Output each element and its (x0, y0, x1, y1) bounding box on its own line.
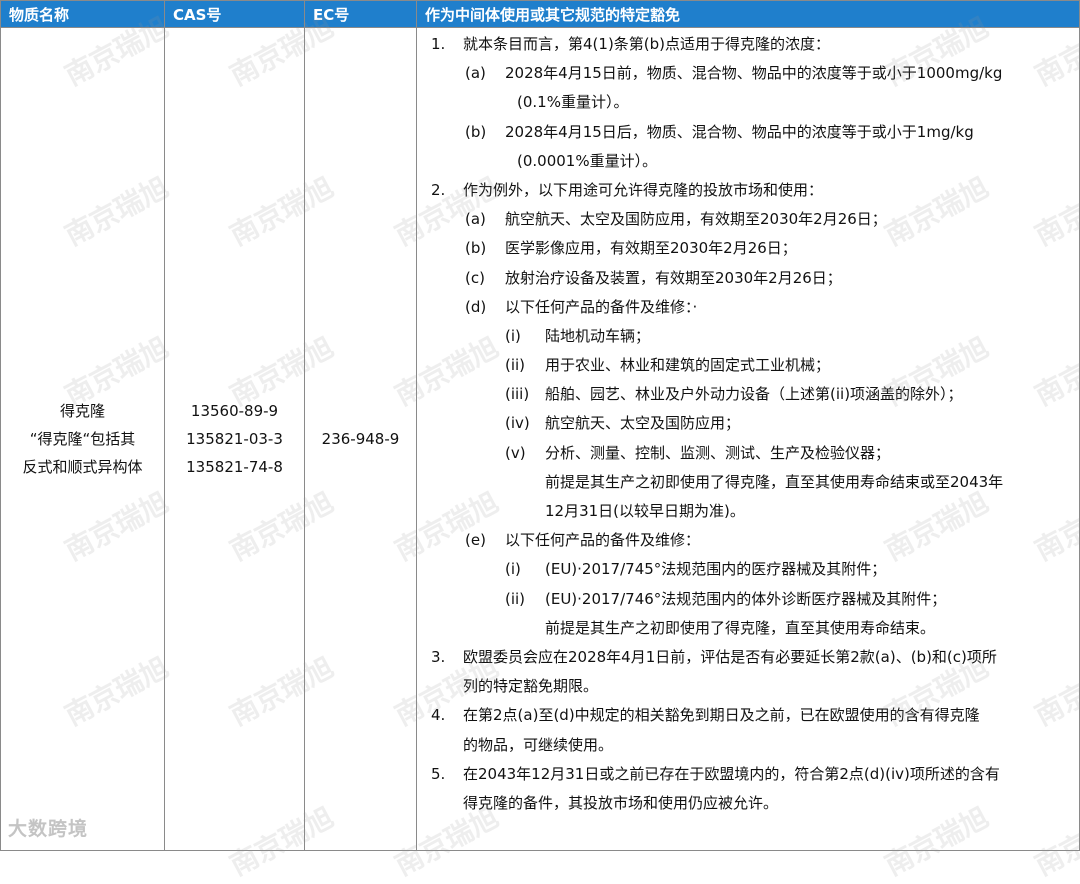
line-text: 以下任何产品的备件及维修：· (505, 297, 698, 316)
line-marker: 1. (431, 35, 446, 53)
exemption-line: (v) 分析、测量、控制、监测、测试、生产及检验仪器； (417, 439, 1079, 468)
line-text: 12月31日(以较早日期为准)。 (545, 502, 745, 520)
line-marker: (i) (505, 326, 521, 345)
substance-name-line: “得克隆“包括其 (29, 430, 136, 448)
exemption-line: (i) (EU)·2017/745°法规范围内的医疗器械及其附件； (417, 555, 1079, 584)
line-marker: 4. (431, 706, 446, 725)
line-text: 2028年4月15日后，物质、混合物、物品中的浓度等于或小于1mg/kg (505, 122, 974, 141)
exemption-line: (d) 以下任何产品的备件及维修：· (417, 293, 1079, 322)
line-marker: 5. (431, 764, 446, 783)
line-marker: (i) (505, 560, 521, 579)
exemption-line: (i) 陆地机动车辆； (417, 322, 1079, 351)
exemption-line: 的物品，可继续使用。 (417, 731, 1079, 760)
exemption-line: (b) 2028年4月15日后，物质、混合物、物品中的浓度等于或小于1mg/kg (417, 118, 1079, 147)
line-text: (EU)·2017/745°法规范围内的医疗器械及其附件； (545, 560, 887, 579)
exemption-line: 5. 在2043年12月31日或之前已存在于欧盟境内的，符合第2点(d)(iv)项… (417, 760, 1079, 789)
exemption-line: 4. 在第2点(a)至(d)中规定的相关豁免到期日及之前，已在欧盟使用的含有得克隆 (417, 701, 1079, 730)
line-text: 放射治疗设备及装置，有效期至2030年2月26日； (505, 268, 842, 287)
line-marker: (a) (465, 210, 486, 229)
exemption-line: 3. 欧盟委员会应在2028年4月1日前，评估是否有必要延长第2款(a)、(b)和… (417, 643, 1079, 672)
line-text: 的物品，可继续使用。 (463, 735, 614, 754)
brand-logo: 大数跨境 (8, 818, 89, 840)
line-marker: 2. (431, 180, 446, 199)
header-substance-name: 物质名称 (0, 0, 165, 28)
exemption-line: (0.1%重量计）。 (417, 88, 1079, 117)
ec-number: 236-948-9 (321, 430, 400, 448)
exemption-table: 物质名称 CAS号 EC号 作为中间体使用或其它规范的特定豁免 得克隆 “得克隆… (0, 0, 1080, 851)
line-marker: (v) (505, 443, 526, 462)
line-text: (0.0001%重量计）。 (517, 151, 658, 170)
exemption-cell: 1. 就本条目而言，第4(1)条第(b)点适用于得克隆的浓度： (a) 2028年4月… (416, 27, 1080, 851)
ec-cell: 236-948-9 (304, 27, 417, 851)
exemption-line: (e) 以下任何产品的备件及维修： (417, 526, 1079, 555)
table-row: 得克隆 “得克隆“包括其 反式和顺式异构体 13560-89-9 135821-… (0, 27, 1080, 851)
line-marker: (e) (465, 531, 486, 550)
line-text: 分析、测量、控制、监测、测试、生产及检验仪器； (545, 443, 891, 462)
cas-number: 13560-89-9 (190, 402, 279, 420)
line-text: 列的特定豁免期限。 (463, 677, 599, 696)
header-row: 物质名称 CAS号 EC号 作为中间体使用或其它规范的特定豁免 (0, 0, 1080, 28)
line-marker: (d) (465, 297, 487, 316)
line-text: 以下任何产品的备件及维修： (505, 531, 701, 550)
line-text: 在2043年12月31日或之前已存在于欧盟境内的，符合第2点(d)(iv)项所述… (463, 764, 1000, 783)
line-marker: (a) (465, 64, 486, 83)
exemption-line: (0.0001%重量计）。 (417, 147, 1079, 176)
line-text: 2028年4月15日前，物质、混合物、物品中的浓度等于或小于1000mg/kg (505, 64, 1003, 83)
exemption-line: (a) 2028年4月15日前，物质、混合物、物品中的浓度等于或小于1000mg/… (417, 59, 1079, 88)
cas-cell: 13560-89-9 135821-03-3 135821-74-8 (164, 27, 305, 851)
line-text: 就本条目而言，第4(1)条第(b)点适用于得克隆的浓度： (463, 35, 831, 53)
line-text: 在第2点(a)至(d)中规定的相关豁免到期日及之前，已在欧盟使用的含有得克隆 (463, 706, 980, 725)
exemption-line: 2. 作为例外，以下用途可允许得克隆的投放市场和使用： (417, 176, 1079, 205)
exemption-line: (a) 航空航天、太空及国防应用，有效期至2030年2月26日； (417, 205, 1079, 234)
line-marker: (iv) (505, 414, 530, 433)
exemption-line: 列的特定豁免期限。 (417, 672, 1079, 701)
line-marker: (ii) (505, 589, 526, 608)
line-marker: (ii) (505, 356, 526, 375)
line-text: 欧盟委员会应在2028年4月1日前，评估是否有必要延长第2款(a)、(b)和(c… (463, 647, 997, 666)
line-text: 船舶、园艺、林业及户外动力设备（上述第(ii)项涵盖的除外）； (545, 385, 963, 404)
exemption-line: (ii) (EU)·2017/746°法规范围内的体外诊断医疗器械及其附件； (417, 585, 1079, 614)
exemption-line: 前提是其生产之初即使用了得克隆，直至其使用寿命结束。 (417, 614, 1079, 643)
exemption-line: 1. 就本条目而言，第4(1)条第(b)点适用于得克隆的浓度： (417, 30, 1079, 59)
exemption-line: (iv) 航空航天、太空及国防应用； (417, 409, 1079, 438)
exemption-line: (ii) 用于农业、林业和建筑的固定式工业机械； (417, 351, 1079, 380)
exemption-line: 12月31日(以较早日期为准)。 (417, 497, 1079, 526)
line-marker: (iii) (505, 385, 530, 404)
exemption-line: (iii) 船舶、园艺、林业及户外动力设备（上述第(ii)项涵盖的除外）； (417, 380, 1079, 409)
line-text: 得克隆的备件，其投放市场和使用仍应被允许。 (463, 793, 779, 812)
line-text: 作为例外，以下用途可允许得克隆的投放市场和使用： (463, 180, 824, 199)
line-marker: 3. (431, 647, 446, 666)
header-cas: CAS号 (164, 0, 305, 28)
line-text: 陆地机动车辆； (545, 326, 651, 345)
exemption-text: 1. 就本条目而言，第4(1)条第(b)点适用于得克隆的浓度： (a) 2028年4月… (417, 30, 1079, 818)
exemption-line: (b) 医学影像应用，有效期至2030年2月26日； (417, 234, 1079, 263)
cas-number: 135821-03-3 (186, 430, 283, 448)
substance-name-line: 反式和顺式异构体 (22, 458, 143, 476)
cas-number: 135821-74-8 (186, 458, 283, 476)
line-text: 用于农业、林业和建筑的固定式工业机械； (545, 356, 831, 375)
exemption-line: (c) 放射治疗设备及装置，有效期至2030年2月26日； (417, 264, 1079, 293)
line-text: 前提是其生产之初即使用了得克隆，直至其使用寿命结束或至2043年 (545, 472, 1004, 491)
header-ec: EC号 (304, 0, 417, 28)
line-text: 前提是其生产之初即使用了得克隆，直至其使用寿命结束。 (545, 618, 936, 637)
exemption-line: 得克隆的备件，其投放市场和使用仍应被允许。 (417, 789, 1079, 818)
line-text: 航空航天、太空及国防应用，有效期至2030年2月26日； (505, 210, 887, 229)
line-text: 医学影像应用，有效期至2030年2月26日； (505, 239, 797, 258)
line-marker: (b) (465, 239, 487, 258)
line-marker: (b) (465, 122, 487, 141)
exemption-line: 前提是其生产之初即使用了得克隆，直至其使用寿命结束或至2043年 (417, 468, 1079, 497)
substance-name-cell: 得克隆 “得克隆“包括其 反式和顺式异构体 (0, 27, 165, 851)
line-text: (0.1%重量计）。 (517, 93, 629, 112)
line-text: 航空航天、太空及国防应用； (545, 414, 741, 433)
line-text: (EU)·2017/746°法规范围内的体外诊断医疗器械及其附件； (545, 589, 947, 608)
line-marker: (c) (465, 268, 485, 287)
substance-name-line: 得克隆 (59, 402, 105, 420)
header-exemption: 作为中间体使用或其它规范的特定豁免 (416, 0, 1080, 28)
